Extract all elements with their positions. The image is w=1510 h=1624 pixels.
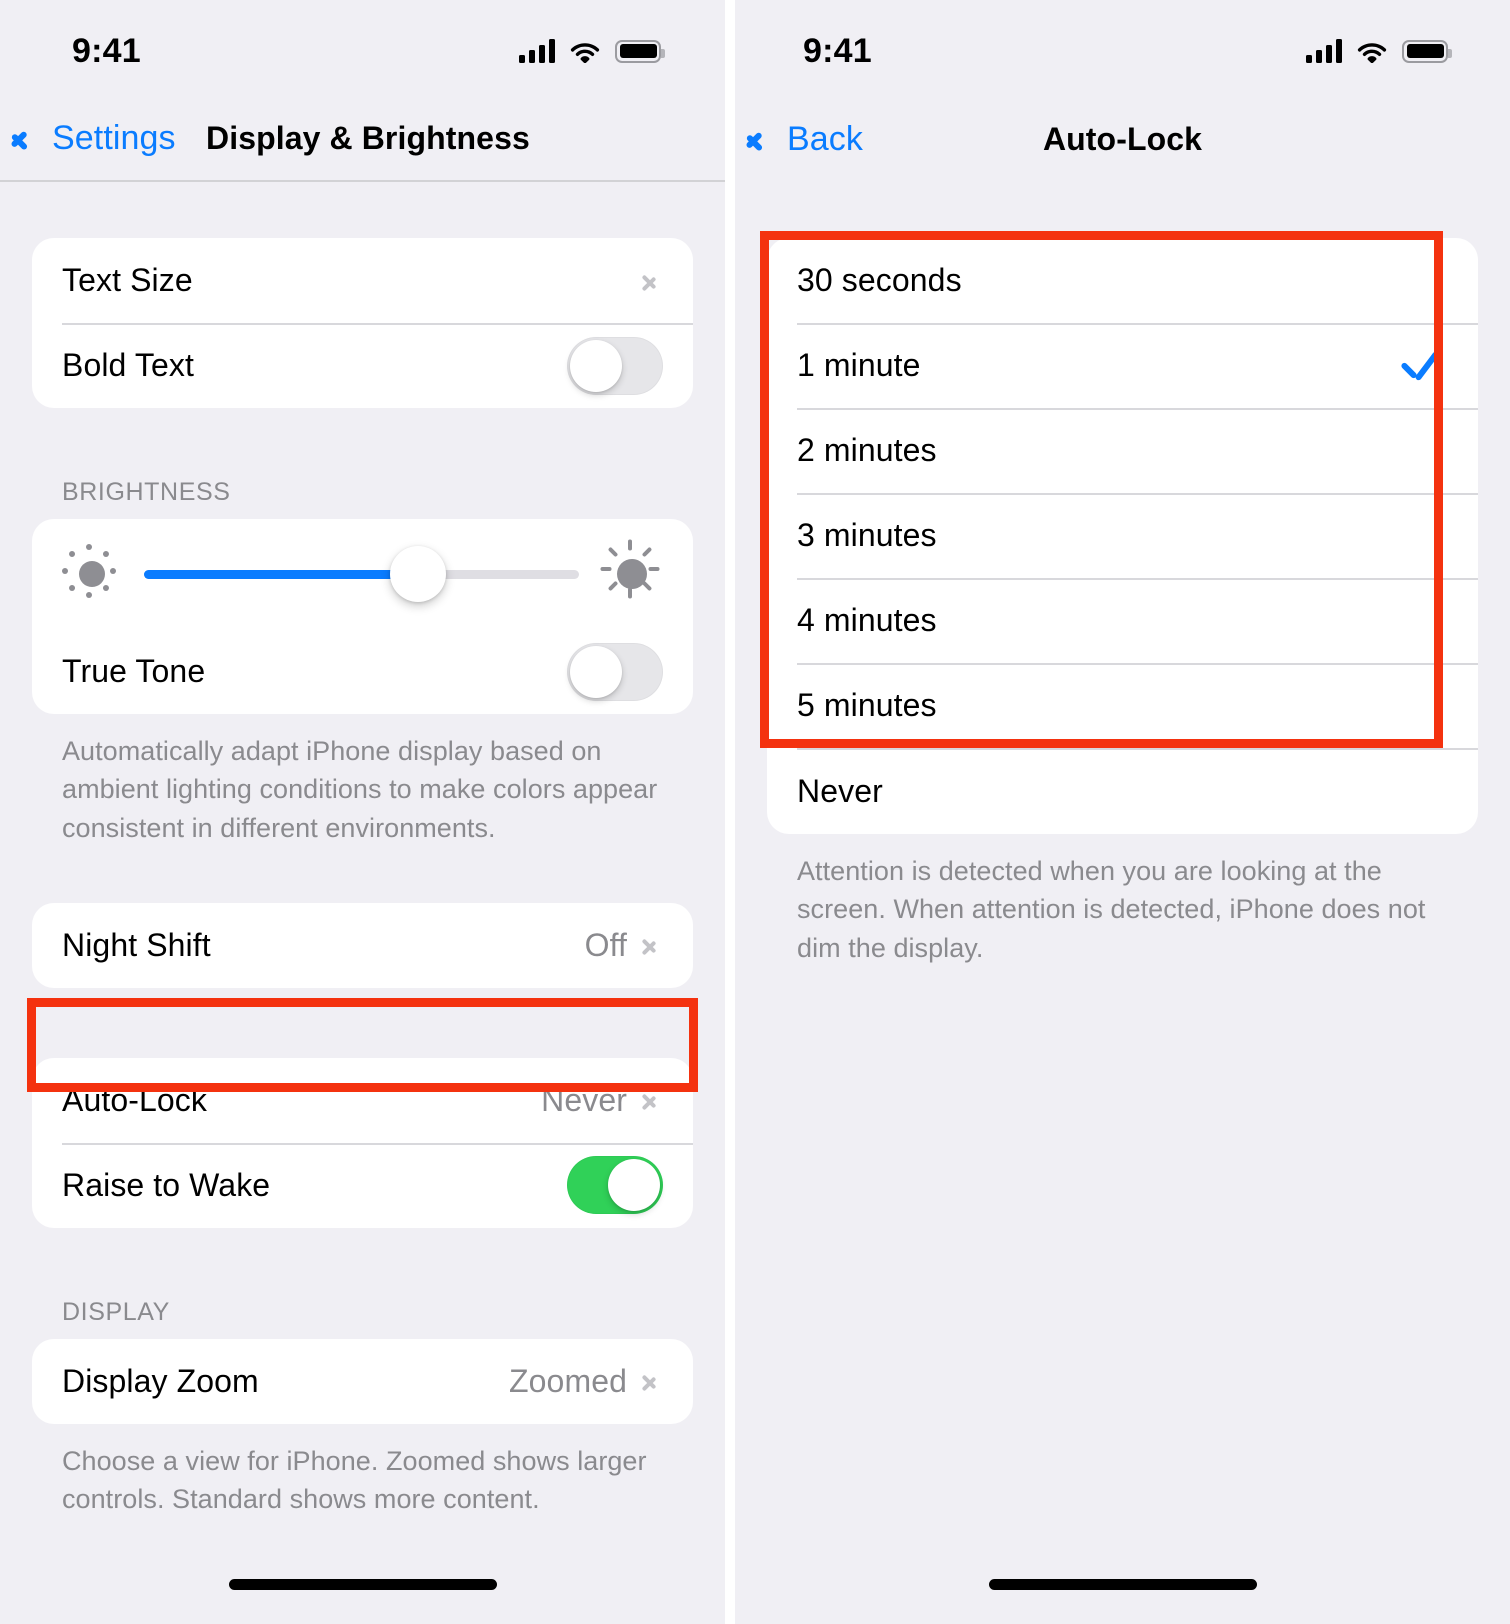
chevron-right-icon bbox=[643, 933, 657, 957]
brightness-track[interactable] bbox=[144, 546, 579, 602]
chevron-left-icon bbox=[24, 121, 44, 155]
page-title-right: Auto-Lock bbox=[1042, 120, 1203, 157]
chevron-left-icon bbox=[759, 122, 779, 156]
row-label: Night Shift bbox=[62, 926, 211, 963]
sun-large-icon bbox=[600, 539, 663, 605]
nav-bar-left: Settings Display & Brightness bbox=[0, 96, 725, 182]
page-title-left: Display & Brightness bbox=[206, 119, 530, 156]
option-label: 30 seconds bbox=[797, 262, 962, 298]
nav-bar-right: Back Auto-Lock bbox=[735, 96, 1510, 182]
battery-full-icon bbox=[1402, 39, 1452, 63]
row-accessory bbox=[567, 336, 663, 395]
row-text-size[interactable]: Text Size bbox=[32, 238, 693, 323]
row-value: Zoomed bbox=[509, 1362, 627, 1399]
row-accessory: Off bbox=[585, 927, 663, 964]
checkmark-icon bbox=[1398, 346, 1438, 386]
row-label: Bold Text bbox=[62, 347, 194, 383]
row-accessory bbox=[567, 1156, 663, 1215]
option-row-1-minute[interactable]: 1 minute bbox=[767, 323, 1478, 408]
status-time: 9:41 bbox=[72, 31, 141, 70]
back-button[interactable]: Back bbox=[759, 120, 863, 159]
option-row-5-minutes[interactable]: 5 minutes bbox=[767, 663, 1478, 748]
sun-small-icon bbox=[62, 544, 122, 604]
wifi-icon bbox=[570, 43, 600, 63]
row-accessory bbox=[643, 269, 663, 293]
cellular-bars-icon bbox=[1306, 39, 1342, 63]
left-phone-screen: 9:41 Settings Display & Brightness Text … bbox=[0, 0, 725, 1624]
status-bar-left: 9:41 bbox=[0, 0, 725, 96]
display-zoom-group: Display Zoom Zoomed bbox=[32, 1338, 693, 1424]
option-label: 3 minutes bbox=[797, 517, 937, 553]
slider-track bbox=[144, 569, 579, 579]
brightness-slider-row[interactable] bbox=[32, 519, 693, 629]
battery-full-icon bbox=[615, 39, 665, 63]
brightness-group: True Tone bbox=[32, 519, 693, 714]
option-row-3-minutes[interactable]: 3 minutes bbox=[767, 493, 1478, 578]
row-label: Auto-Lock bbox=[62, 1081, 207, 1118]
autolock-options-group: 30 seconds 1 minute 2 minutes 3 minutes … bbox=[767, 238, 1478, 834]
row-accessory: Never bbox=[541, 1082, 663, 1119]
dual-screenshot-container: 9:41 Settings Display & Brightness Text … bbox=[0, 0, 1510, 1624]
row-label: Display Zoom bbox=[62, 1362, 259, 1399]
row-accessory: Zoomed bbox=[509, 1363, 663, 1400]
autolock-group: Auto-Lock Never Raise to Wake bbox=[32, 1057, 693, 1228]
bold-text-toggle[interactable] bbox=[567, 336, 663, 395]
right-phone-screen: 9:41 Back Auto-Lock 30 seconds 1 minute … bbox=[735, 0, 1510, 1624]
row-value: Never bbox=[541, 1081, 627, 1118]
footer-display-zoom: Choose a view for iPhone. Zoomed shows l… bbox=[62, 1445, 647, 1515]
footer-true-tone: Automatically adapt iPhone display based… bbox=[62, 736, 658, 843]
chevron-right-icon bbox=[643, 269, 657, 293]
section-header-brightness: BRIGHTNESS bbox=[62, 478, 231, 506]
raise-to-wake-toggle[interactable] bbox=[567, 1156, 663, 1215]
option-label: 2 minutes bbox=[797, 432, 937, 468]
section-header-display: DISPLAY bbox=[62, 1297, 170, 1326]
true-tone-toggle[interactable] bbox=[567, 642, 663, 701]
row-bold-text[interactable]: Bold Text bbox=[32, 323, 693, 408]
screen-divider bbox=[725, 0, 735, 1624]
option-row-2-minutes[interactable]: 2 minutes bbox=[767, 408, 1478, 493]
option-accessory bbox=[1398, 346, 1448, 386]
row-value: Off bbox=[584, 926, 627, 963]
option-row-4-minutes[interactable]: 4 minutes bbox=[767, 578, 1478, 663]
status-icons bbox=[1306, 39, 1452, 63]
row-raise-to-wake[interactable]: Raise to Wake bbox=[32, 1142, 693, 1228]
option-label: 4 minutes bbox=[797, 602, 937, 638]
status-time: 9:41 bbox=[803, 31, 872, 70]
option-label: 1 minute bbox=[797, 347, 921, 383]
wifi-icon bbox=[1357, 43, 1387, 63]
option-label: 5 minutes bbox=[797, 687, 937, 723]
slider-thumb[interactable] bbox=[390, 546, 447, 602]
row-label: True Tone bbox=[62, 653, 206, 689]
back-button-label: Settings bbox=[52, 118, 176, 157]
row-label: Text Size bbox=[62, 262, 193, 298]
option-label: Never bbox=[797, 772, 883, 809]
chevron-right-icon bbox=[643, 1369, 657, 1393]
option-row-30-seconds[interactable]: 30 seconds bbox=[767, 238, 1478, 323]
option-row-never[interactable]: Never bbox=[767, 748, 1478, 834]
row-display-zoom[interactable]: Display Zoom Zoomed bbox=[32, 1339, 693, 1424]
back-button-label: Back bbox=[787, 119, 863, 158]
row-night-shift[interactable]: Night Shift Off bbox=[32, 903, 693, 988]
status-bar-right: 9:41 bbox=[735, 0, 1510, 96]
footer-attention: Attention is detected when you are looki… bbox=[797, 856, 1426, 963]
back-button-settings[interactable]: Settings bbox=[24, 119, 176, 158]
row-true-tone[interactable]: True Tone bbox=[32, 629, 693, 714]
row-label: Raise to Wake bbox=[62, 1166, 271, 1203]
status-icons bbox=[519, 39, 665, 63]
home-indicator-right bbox=[988, 1579, 1257, 1590]
home-indicator-left bbox=[228, 1579, 497, 1590]
chevron-right-icon bbox=[643, 1088, 657, 1112]
night-shift-group: Night Shift Off bbox=[32, 902, 693, 988]
row-accessory bbox=[567, 642, 663, 701]
slider-fill bbox=[144, 569, 419, 579]
text-settings-group: Text Size Bold Text bbox=[32, 238, 693, 408]
cellular-bars-icon bbox=[519, 39, 555, 63]
row-auto-lock[interactable]: Auto-Lock Never bbox=[32, 1058, 693, 1143]
